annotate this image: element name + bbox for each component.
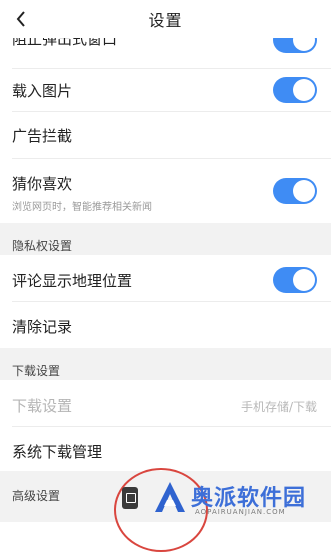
- recommend-description: 浏览网页时，智能推荐相关新闻: [12, 202, 152, 213]
- recommend-toggle[interactable]: [273, 178, 317, 204]
- ad-block-label: 广告拦截: [12, 127, 73, 145]
- download-section-label: 下载设置: [12, 364, 61, 378]
- setting-row-download-settings[interactable]: 下载设置 手机存储/下载: [0, 380, 331, 426]
- advanced-section-label: 高级设置: [12, 489, 61, 503]
- top-bar: 设置: [0, 0, 331, 38]
- recommend-label: 猜你喜欢: [12, 175, 73, 193]
- block-popups-toggle[interactable]: [273, 38, 317, 53]
- floating-app-icon[interactable]: [122, 487, 138, 509]
- setting-row-clear-records[interactable]: 清除记录: [0, 302, 331, 348]
- setting-row-ad-block[interactable]: 广告拦截: [0, 112, 331, 158]
- download-path-value: 手机存储/下载: [240, 400, 317, 414]
- clear-records-label: 清除记录: [12, 318, 73, 336]
- privacy-section-label: 隐私权设置: [12, 239, 73, 253]
- setting-row-block-popups[interactable]: 阻止弹出式窗口: [0, 38, 331, 68]
- section-header-download: 下载设置: [0, 348, 331, 380]
- load-images-label: 载入图片: [12, 82, 73, 100]
- setting-row-system-download[interactable]: 系统下载管理: [0, 427, 331, 471]
- chevron-left-icon: [16, 11, 25, 27]
- section-header-privacy: 隐私权设置: [0, 223, 331, 255]
- toggle-knob: [293, 79, 315, 101]
- page-title: 设置: [148, 11, 183, 30]
- watermark-url: AOPAIRUANJIAN.COM: [195, 508, 286, 516]
- brand-logo-icon: [155, 482, 185, 512]
- load-images-toggle[interactable]: [273, 77, 317, 103]
- toggle-knob: [293, 269, 315, 291]
- setting-row-recommend[interactable]: 猜你喜欢 浏览网页时，智能推荐相关新闻: [0, 159, 331, 223]
- system-download-label: 系统下载管理: [12, 443, 103, 461]
- toggle-knob: [293, 38, 315, 51]
- setting-row-show-location[interactable]: 评论显示地理位置: [0, 255, 331, 301]
- setting-row-load-images[interactable]: 载入图片: [0, 69, 331, 111]
- download-settings-label: 下载设置: [12, 397, 73, 415]
- block-popups-label: 阻止弹出式窗口: [12, 38, 118, 48]
- show-location-label: 评论显示地理位置: [12, 272, 133, 290]
- back-button[interactable]: [6, 2, 36, 36]
- show-location-toggle[interactable]: [273, 267, 317, 293]
- watermark: 奥派软件园 AOPAIRUANJIAN.COM: [151, 476, 327, 522]
- toggle-knob: [293, 180, 315, 202]
